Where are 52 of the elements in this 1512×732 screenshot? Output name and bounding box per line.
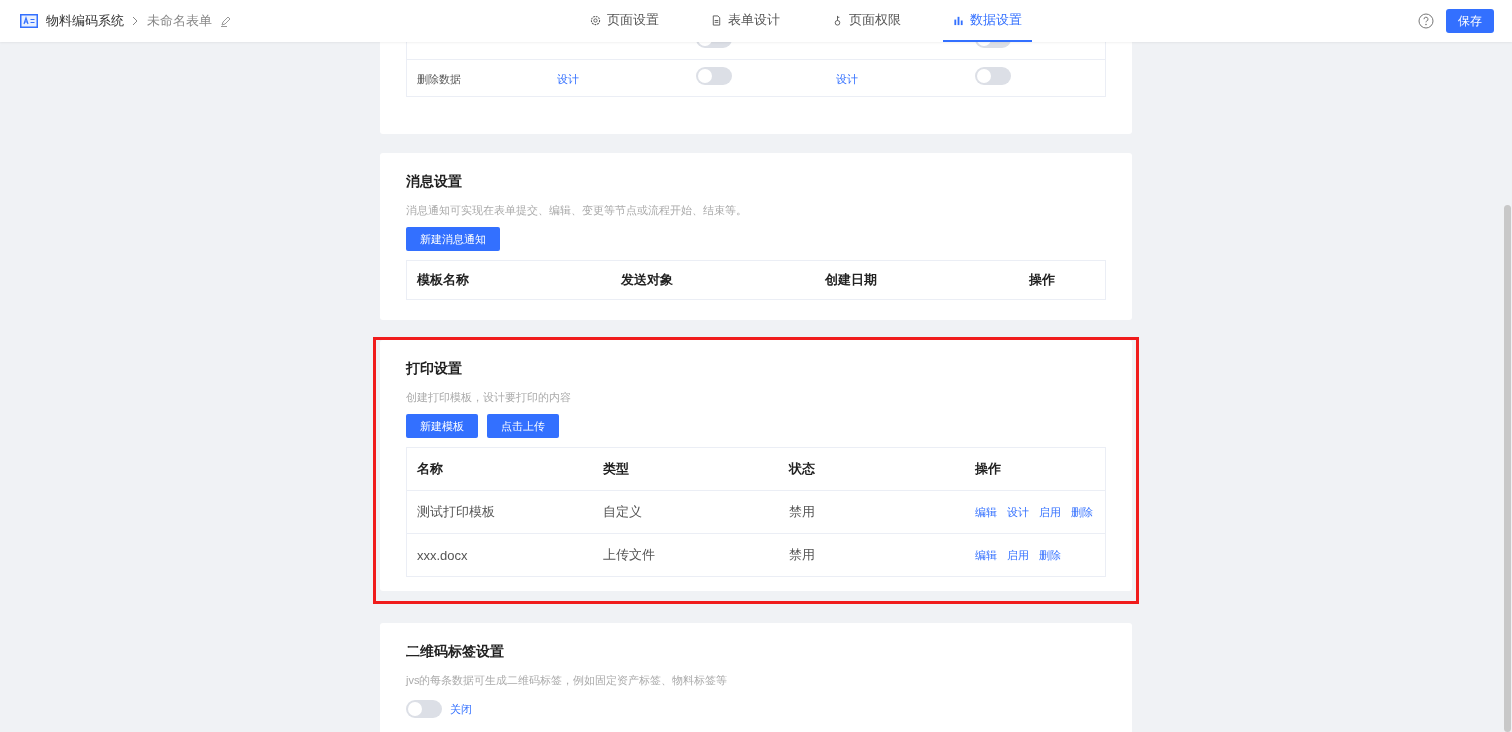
toggle-switch[interactable] bbox=[696, 67, 733, 85]
table-cell-text: 自定义 bbox=[602, 503, 643, 521]
action-link[interactable]: 编辑 bbox=[975, 504, 997, 520]
table-cell-text: xxx.docx bbox=[416, 547, 469, 563]
toggle-switch[interactable] bbox=[975, 67, 1012, 85]
column-header: 名称 bbox=[416, 460, 444, 478]
form-icon bbox=[20, 14, 38, 28]
section-title: 打印设置 bbox=[406, 360, 463, 378]
section-title: 二维码标签设置 bbox=[406, 643, 505, 661]
action-link[interactable]: 删除 bbox=[1039, 547, 1061, 563]
bar-chart-icon bbox=[953, 14, 964, 26]
column-header: 类型 bbox=[602, 460, 630, 478]
nav-tab[interactable]: 页面设置 bbox=[580, 0, 669, 42]
section-description: 创建打印模板，设计要打印的内容 bbox=[406, 390, 572, 405]
design-link[interactable]: 设计 bbox=[546, 73, 579, 85]
form-name: 未命名表单 bbox=[147, 12, 212, 30]
switch-label: 关闭 bbox=[450, 701, 472, 717]
document-icon bbox=[711, 14, 722, 26]
section-title: 消息设置 bbox=[406, 173, 463, 191]
table-cell-text: 禁用 bbox=[788, 546, 816, 564]
action-link[interactable]: 设计 bbox=[1007, 504, 1029, 520]
save-button[interactable]: 保存 bbox=[1446, 9, 1494, 33]
section-description: 消息通知可实现在表单提交、编辑、变更等节点或流程开始、结束等。 bbox=[406, 203, 748, 218]
design-link[interactable]: 设计 bbox=[825, 73, 858, 85]
action-link[interactable]: 编辑 bbox=[975, 547, 997, 563]
scrollbar[interactable] bbox=[1504, 205, 1511, 732]
action-button[interactable]: 点击上传 bbox=[487, 414, 559, 438]
action-link[interactable]: 启用 bbox=[1039, 504, 1061, 520]
column-header: 模板名称 bbox=[415, 271, 470, 289]
edit-icon[interactable] bbox=[220, 15, 232, 27]
column-header: 状态 bbox=[787, 460, 816, 478]
toggle-switch[interactable] bbox=[406, 700, 442, 718]
table-cell-text: 删除数据 bbox=[416, 73, 461, 85]
chevron-right-icon bbox=[132, 16, 139, 26]
action-link[interactable]: 删除 bbox=[1071, 504, 1093, 520]
app-name[interactable]: 物料编码系统 bbox=[46, 12, 124, 30]
action-link[interactable]: 启用 bbox=[1007, 547, 1029, 563]
table-cell-text: 上传文件 bbox=[602, 546, 656, 564]
action-button[interactable]: 新建模板 bbox=[406, 414, 478, 438]
table-cell-text: 测试打印模板 bbox=[416, 503, 496, 521]
key-icon bbox=[832, 14, 843, 26]
section-description: jvs的每条数据可生成二维码标签，例如固定资产标签、物料标签等 bbox=[406, 673, 729, 688]
help-icon[interactable] bbox=[1418, 13, 1434, 29]
new-notification-button[interactable]: 新建消息通知 bbox=[406, 227, 500, 251]
table-cell-text: 禁用 bbox=[788, 503, 816, 521]
nav-tab[interactable]: 页面权限 bbox=[822, 0, 911, 42]
nav-tab[interactable]: 表单设计 bbox=[701, 0, 790, 42]
column-header: 操作 bbox=[974, 460, 1002, 478]
column-header: 创建日期 bbox=[824, 271, 878, 289]
column-header: 操作 bbox=[1028, 271, 1056, 289]
column-header: 发送对象 bbox=[620, 271, 674, 289]
settings-icon bbox=[590, 14, 601, 26]
